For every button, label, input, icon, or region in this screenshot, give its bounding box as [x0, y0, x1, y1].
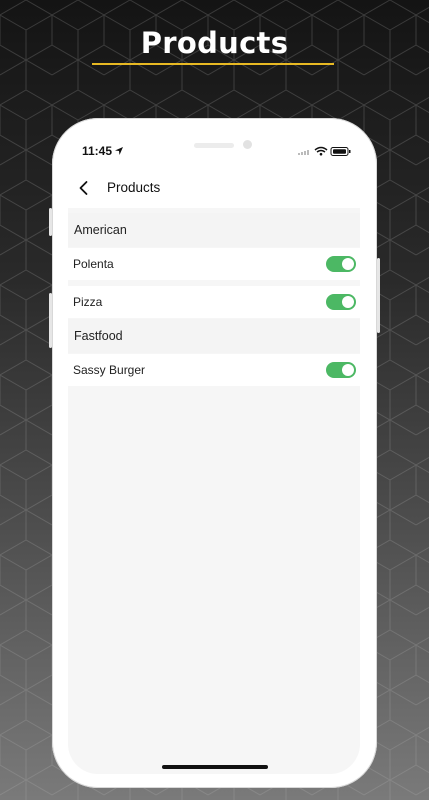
- item-label: Pizza: [73, 295, 103, 309]
- wifi-icon: [314, 146, 328, 156]
- toggle-knob: [342, 296, 354, 308]
- phone-camera: [243, 140, 252, 149]
- phone-volume-button: [49, 293, 52, 348]
- chevron-left-icon[interactable]: [76, 180, 92, 196]
- list-item[interactable]: Pizza: [68, 286, 360, 318]
- nav-title: Products: [107, 180, 161, 195]
- battery-icon: [330, 147, 351, 156]
- toggle-switch[interactable]: [326, 362, 356, 378]
- section-header-fastfood: Fastfood: [68, 319, 360, 353]
- phone-power-button: [377, 258, 380, 333]
- status-icons: [298, 146, 351, 156]
- toggle-switch[interactable]: [326, 294, 356, 310]
- phone-mute-switch: [49, 208, 52, 236]
- list-item[interactable]: Polenta: [68, 248, 360, 280]
- headline-underline: [92, 63, 334, 65]
- toggle-knob: [342, 364, 354, 376]
- signal-icon: [298, 150, 309, 155]
- phone-speaker: [194, 143, 234, 148]
- toggle-knob: [342, 258, 354, 270]
- home-indicator[interactable]: [162, 765, 268, 769]
- list-item[interactable]: Sassy Burger: [68, 354, 360, 386]
- toggle-switch[interactable]: [326, 256, 356, 272]
- page-headline: Products: [140, 26, 289, 60]
- phone-frame: 11:45 Products American Polenta Pizza Fa…: [49, 118, 380, 788]
- item-label: Polenta: [73, 257, 114, 271]
- item-label: Sassy Burger: [73, 363, 146, 377]
- location-arrow-icon: [115, 147, 123, 155]
- section-header-american: American: [68, 213, 360, 247]
- product-list: American Polenta Pizza Fastfood Sassy Bu…: [68, 208, 360, 774]
- status-time: 11:45: [82, 144, 113, 158]
